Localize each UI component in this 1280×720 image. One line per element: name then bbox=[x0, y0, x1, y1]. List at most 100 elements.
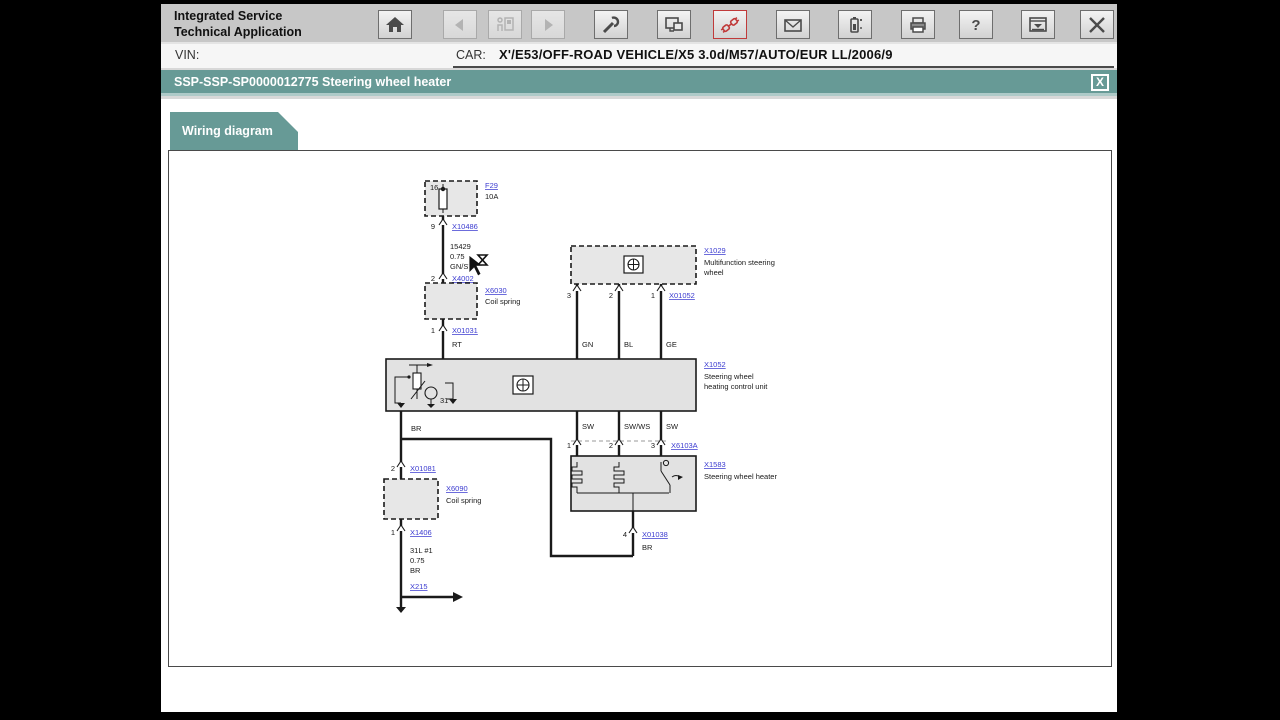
display-button[interactable] bbox=[657, 10, 691, 39]
close-app-button[interactable] bbox=[1080, 10, 1114, 39]
app-title-line2: Technical Application bbox=[174, 24, 302, 40]
heater-box bbox=[571, 456, 696, 511]
minimize-icon bbox=[1027, 15, 1049, 35]
pin-2: 2 bbox=[431, 274, 435, 283]
coil-spring-bottom-box bbox=[384, 479, 438, 519]
pin-1: 1 bbox=[431, 326, 435, 335]
connector-x6103a[interactable]: X6103A bbox=[671, 441, 698, 450]
wrench-icon bbox=[600, 15, 622, 35]
car-label: CAR: bbox=[456, 48, 486, 62]
help-button[interactable]: ? bbox=[959, 10, 993, 39]
wire-gn: GN bbox=[582, 340, 593, 349]
mfsw-box bbox=[571, 246, 696, 284]
app-title-line1: Integrated Service bbox=[174, 8, 302, 24]
vehicle-row: VIN: CAR: X'/E53/OFF-ROAD VEHICLE/X5 3.0… bbox=[161, 44, 1117, 68]
connector-x01052[interactable]: X01052 bbox=[669, 291, 695, 300]
tab-wiring-diagram[interactable]: Wiring diagram bbox=[170, 112, 298, 150]
busy-cursor bbox=[469, 255, 487, 276]
ista-window: Integrated Service Technical Application bbox=[161, 4, 1117, 712]
connector-x1406[interactable]: X1406 bbox=[410, 528, 432, 537]
workshop-icon bbox=[494, 15, 516, 35]
fuse-rating: 10A bbox=[485, 192, 498, 201]
tools-button[interactable] bbox=[594, 10, 628, 39]
forward-icon bbox=[537, 15, 559, 35]
wire2-color: BR bbox=[410, 566, 421, 575]
heater-link[interactable]: X1583 bbox=[704, 460, 726, 469]
app-title: Integrated Service Technical Application bbox=[174, 8, 302, 41]
screen: Integrated Service Technical Application bbox=[0, 0, 1280, 720]
coil-spring-top-link[interactable]: X6030 bbox=[485, 286, 507, 295]
content-area: Wiring diagram bbox=[161, 99, 1117, 712]
print-button[interactable] bbox=[901, 10, 935, 39]
connection-button[interactable] bbox=[713, 10, 747, 39]
wire-sw-1: SW bbox=[582, 422, 595, 431]
toolbar: Integrated Service Technical Application bbox=[161, 4, 1117, 44]
mfsw-pin-2: 2 bbox=[609, 291, 613, 300]
printer-icon bbox=[907, 15, 929, 35]
pin-4: 4 bbox=[623, 530, 627, 539]
forward-button bbox=[531, 10, 565, 39]
mfsw-name-1: Multifunction steering bbox=[704, 258, 775, 267]
wire1-gauge: 0.75 bbox=[450, 252, 465, 261]
connector-x01081[interactable]: X01081 bbox=[410, 464, 436, 473]
vin-label: VIN: bbox=[175, 48, 199, 62]
wire-sw-3: SW bbox=[666, 422, 679, 431]
coil-spring-top-name: Coil spring bbox=[485, 297, 520, 306]
fuse-f29: 16 bbox=[425, 181, 477, 216]
svg-text:?: ? bbox=[971, 17, 980, 34]
home-icon bbox=[384, 15, 406, 35]
coil-spring-top-box bbox=[425, 283, 477, 319]
wire-br-heater: BR bbox=[642, 543, 653, 552]
wire-ge: GE bbox=[666, 340, 677, 349]
heater-pin-2: 2 bbox=[609, 441, 613, 450]
heater-name: Steering wheel heater bbox=[704, 472, 777, 481]
control-unit-link[interactable]: X1052 bbox=[704, 360, 726, 369]
wiring-diagram-canvas[interactable]: 16 F29 10A 9 X10486 15429 0.75 GN/SW 2 X… bbox=[168, 150, 1112, 667]
connector-x01038[interactable]: X01038 bbox=[642, 530, 668, 539]
mfsw-pin-1: 1 bbox=[651, 291, 655, 300]
heater-pin-1: 1 bbox=[567, 441, 571, 450]
mfsw-name-2: wheel bbox=[703, 268, 724, 277]
wire-rt: RT bbox=[452, 340, 462, 349]
ground-link-x215[interactable]: X215 bbox=[410, 582, 428, 591]
battery-icon bbox=[844, 15, 866, 35]
car-underline bbox=[453, 66, 1114, 68]
car-value: X'/E53/OFF-ROAD VEHICLE/X5 3.0d/M57/AUTO… bbox=[499, 47, 893, 62]
battery-button[interactable] bbox=[838, 10, 872, 39]
wire2-circuit: 31L #1 bbox=[410, 546, 433, 555]
ground-31: 31 bbox=[440, 396, 448, 405]
pin-1-lower: 1 bbox=[391, 528, 395, 537]
mail-icon bbox=[782, 15, 804, 35]
coil-spring-bottom-name: Coil spring bbox=[446, 496, 481, 505]
minimize-button[interactable] bbox=[1021, 10, 1055, 39]
control-unit-name-2: heating control unit bbox=[704, 382, 768, 391]
connector-x01031[interactable]: X01031 bbox=[452, 326, 478, 335]
back-button bbox=[443, 10, 477, 39]
display-icon bbox=[663, 15, 685, 35]
document-close-button[interactable]: X bbox=[1091, 74, 1109, 91]
connector-icon bbox=[719, 15, 741, 35]
wire2-gauge: 0.75 bbox=[410, 556, 425, 565]
wire-sw-ws: SW/WS bbox=[624, 422, 650, 431]
fuse-terminal: 16 bbox=[430, 183, 438, 192]
control-unit-box: 31 bbox=[386, 359, 696, 411]
heater-pin-3: 3 bbox=[651, 441, 655, 450]
fuse-link[interactable]: F29 bbox=[485, 181, 498, 190]
mfsw-link[interactable]: X1029 bbox=[704, 246, 726, 255]
coil-spring-bottom-link[interactable]: X6090 bbox=[446, 484, 468, 493]
back-icon bbox=[449, 15, 471, 35]
wire-bl: BL bbox=[624, 340, 633, 349]
close-icon bbox=[1086, 15, 1108, 35]
pin-9: 9 bbox=[431, 222, 435, 231]
pin-2-lower: 2 bbox=[391, 464, 395, 473]
mfsw-pin-3: 3 bbox=[567, 291, 571, 300]
workshop-button bbox=[488, 10, 522, 39]
connector-x10486[interactable]: X10486 bbox=[452, 222, 478, 231]
help-icon: ? bbox=[965, 15, 987, 35]
mail-button[interactable] bbox=[776, 10, 810, 39]
control-unit-name-1: Steering wheel bbox=[704, 372, 754, 381]
document-title: SSP-SSP-SP0000012775 Steering wheel heat… bbox=[174, 75, 451, 89]
document-header: SSP-SSP-SP0000012775 Steering wheel heat… bbox=[161, 70, 1117, 96]
home-button[interactable] bbox=[378, 10, 412, 39]
connector-x4002[interactable]: X4002 bbox=[452, 274, 474, 283]
